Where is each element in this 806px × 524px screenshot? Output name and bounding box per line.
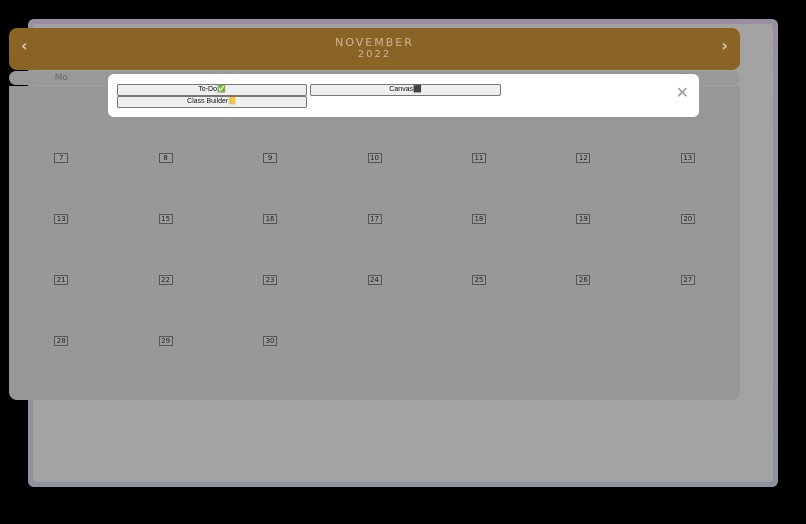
prev-month-icon[interactable]: ‹ [21,38,28,54]
day-cell[interactable]: 27 [680,275,695,285]
calendar-grid: 6789101112131315161718192021222324252627… [9,86,740,400]
class-builder-label: Class Builder [187,98,229,105]
todo-button[interactable]: To-Do✅ [117,84,307,96]
day-cell[interactable]: 30 [263,336,278,346]
day-cell[interactable]: 23 [263,275,278,285]
add-item-modal: To-Do✅ Canvas⬛ Class Builder📒 ✕ [108,74,699,117]
day-cell[interactable]: 28 [54,336,69,346]
day-cell[interactable]: 19 [576,214,591,224]
day-cell[interactable]: 18 [471,214,486,224]
day-cell[interactable]: 11 [471,153,486,163]
month-header: ‹ NOVEMBER 2022 › [9,28,740,70]
day-cell[interactable]: 12 [576,153,591,163]
day-cell[interactable]: 8 [158,153,173,163]
canvas-label: Canvas [389,86,413,93]
month-title: NOVEMBER [335,36,414,49]
todo-label: To-Do [198,86,217,93]
day-cell[interactable]: 20 [680,214,695,224]
day-cell[interactable]: 13 [54,214,69,224]
day-cell[interactable]: 29 [158,336,173,346]
day-cell[interactable]: 21 [54,275,69,285]
weekday-mo: Mo [54,73,68,83]
day-cell[interactable]: 26 [576,275,591,285]
next-month-icon[interactable]: › [721,38,728,54]
class-builder-button[interactable]: Class Builder📒 [117,96,307,108]
day-cell[interactable]: 9 [263,153,278,163]
day-cell[interactable]: 22 [158,275,173,285]
day-cell[interactable]: 16 [263,214,278,224]
day-cell[interactable]: 13 [680,153,695,163]
day-cell[interactable]: 10 [367,153,382,163]
year-title: 2022 [357,49,392,60]
day-cell[interactable]: 17 [367,214,382,224]
day-cell[interactable]: 15 [158,214,173,224]
canvas-icon: ⬛ [413,86,422,93]
day-cell[interactable]: 25 [471,275,486,285]
day-cell[interactable]: 24 [367,275,382,285]
notebook-icon: 📒 [228,98,237,105]
canvas-button[interactable]: Canvas⬛ [310,84,501,96]
day-cell[interactable]: 7 [54,153,69,163]
check-icon: ✅ [216,86,226,93]
close-icon[interactable]: ✕ [676,85,689,101]
